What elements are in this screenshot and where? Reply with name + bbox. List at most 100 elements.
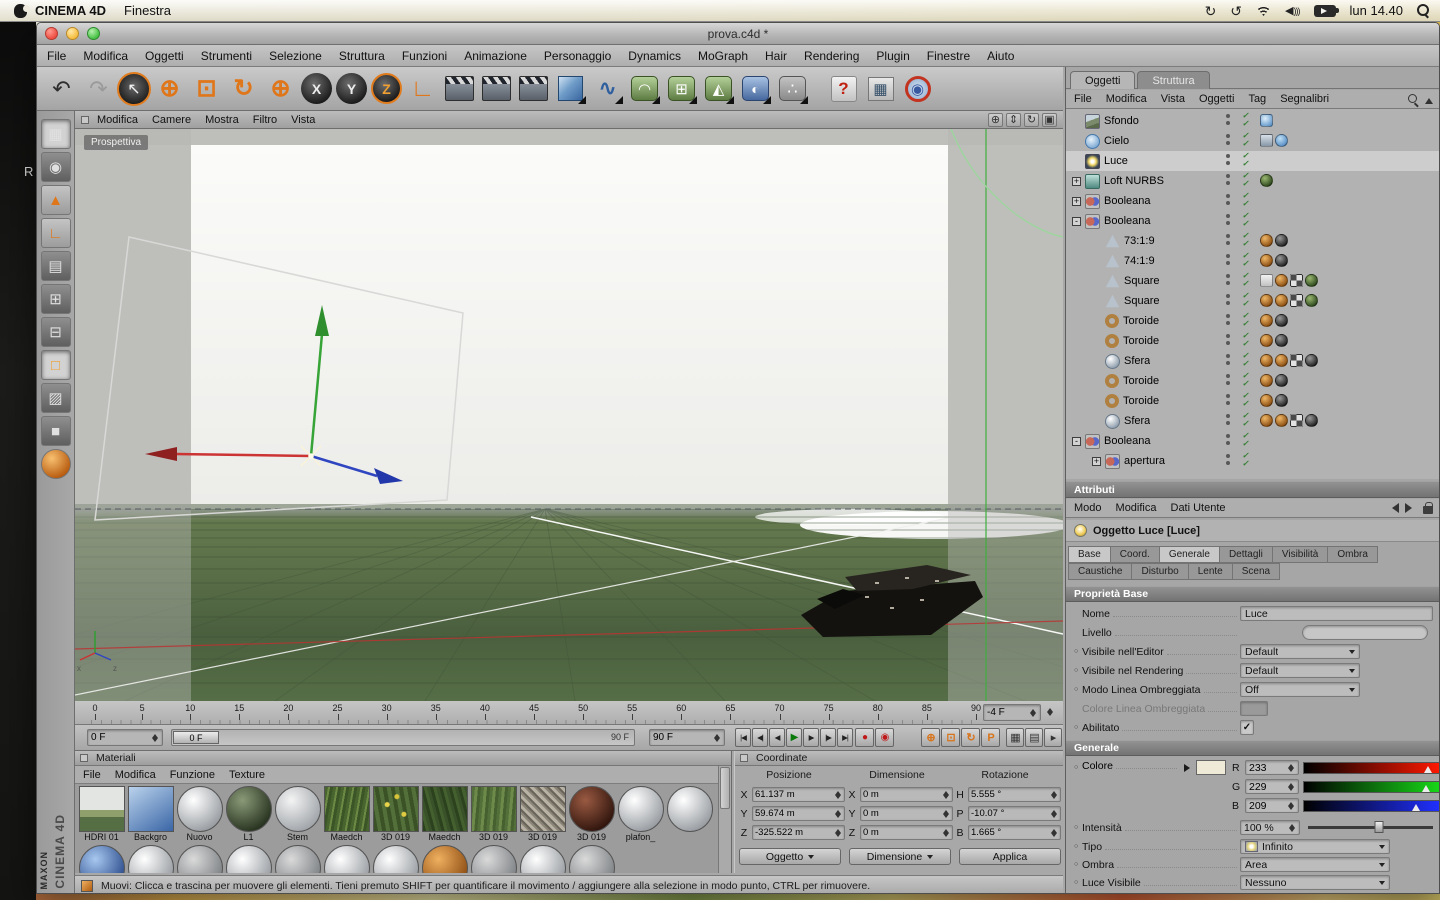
attribute-control[interactable]: Default [1240,663,1360,678]
spinner-arrows-icon[interactable] [1049,788,1058,801]
object-tree-row[interactable]: Square [1066,271,1439,291]
spinner-arrows-icon[interactable] [1049,807,1058,820]
menubar-clock[interactable]: lun 14.40 [1350,3,1404,18]
use-model-tool-icon[interactable]: ⊞ [40,284,71,314]
record-position-toggle[interactable]: ⊕ [921,728,940,747]
object-menu-item[interactable]: File [1074,93,1092,105]
use-texture-axis-icon[interactable]: ⊟ [40,317,71,347]
redo-icon[interactable]: ↷ [80,70,117,107]
window-title-bar[interactable]: prova.c4d * [37,23,1439,45]
visibility-dots-icon[interactable] [1226,374,1230,385]
object-tree-row[interactable]: 73:1:9 [1066,231,1439,251]
expand-toggle-icon[interactable]: + [1072,176,1081,186]
channel-gradient-slider[interactable] [1303,799,1439,812]
spinner-arrows-icon[interactable] [1286,799,1295,812]
attribute-control[interactable]: Off [1240,682,1360,697]
use-point-mode-icon[interactable]: □ [40,350,71,380]
material-item[interactable]: Stem [273,785,322,844]
attribute-tab[interactable]: Visibilità [1271,546,1329,563]
material-preview[interactable] [372,786,419,832]
rotate-camera-icon[interactable]: ↻ [1024,112,1039,127]
slider-handle[interactable] [1374,821,1384,833]
animation-dot-icon[interactable] [1074,824,1082,831]
attribute-tab[interactable]: Disturbo [1131,563,1189,580]
material-item[interactable]: L1 [224,785,273,844]
object-name[interactable]: Loft NURBS [1104,175,1164,187]
object-name[interactable]: Sfera [1124,415,1150,427]
expand-toggle-icon[interactable]: - [1072,436,1081,446]
apple-menu-icon[interactable] [14,3,30,18]
object-menu-item[interactable]: Oggetti [1199,93,1234,105]
channel-value-field[interactable]: 229 [1245,779,1299,794]
intensity-slider[interactable] [1308,821,1433,833]
material-preview[interactable] [421,845,468,873]
attribute-tab[interactable]: Base [1068,546,1111,563]
enable-checks-icon[interactable] [1242,452,1249,468]
channel-gradient-slider[interactable] [1303,780,1439,793]
visibility-dots-icon[interactable] [1226,354,1230,365]
visibility-dots-icon[interactable] [1226,194,1230,205]
rotate-tool-icon[interactable]: ↻ [225,70,262,107]
attribute-control[interactable]: Luce [1240,606,1433,621]
animation-dot-icon[interactable] [1074,667,1082,674]
spinner-arrows-icon[interactable] [833,788,842,801]
matdark-tag-icon[interactable] [1275,254,1288,267]
app-menu-item[interactable]: Strumenti [201,49,252,63]
battery-icon[interactable] [1313,4,1339,17]
viewport-camera-label[interactable]: Prospettiva [84,135,149,150]
materials-menu-item[interactable]: File [83,769,101,781]
viewport-menu-item[interactable]: Modifica [97,114,138,126]
spinner-arrows-icon[interactable] [1286,761,1295,774]
record-parameter-toggle[interactable]: P [981,728,1000,747]
material-preview[interactable] [617,786,664,832]
animation-dot-icon[interactable] [1074,764,1082,771]
matdark-tag-icon[interactable] [1275,334,1288,347]
matorange-tag-icon[interactable] [1275,294,1288,307]
materials-menu-item[interactable]: Texture [229,769,265,781]
visibility-dots-icon[interactable] [1226,114,1230,125]
volume-icon[interactable]: ◀ [1285,4,1299,17]
size-field[interactable]: 0 m [860,806,953,821]
light-color-swatch[interactable] [1196,760,1226,775]
enable-checks-icon[interactable] [1242,432,1249,448]
material-preview[interactable] [666,786,713,832]
shadow-dropdown[interactable]: Area [1240,857,1390,872]
visibility-dots-icon[interactable] [1226,174,1230,185]
enable-checks-icon[interactable] [1242,272,1249,288]
material-item[interactable]: 3D 019 [371,785,420,844]
object-tree-row[interactable]: Sfera [1066,351,1439,371]
use-polygon-mode-icon[interactable]: ■ [40,416,71,446]
matorange-tag-icon[interactable] [1260,234,1273,247]
spinner-arrows-icon[interactable] [712,731,721,744]
matdark-tag-icon[interactable] [1305,354,1318,367]
attribute-tab[interactable]: Dettagli [1218,546,1273,563]
object-menu-item[interactable]: Vista [1161,93,1185,105]
intensity-field[interactable]: 100 % [1240,820,1300,835]
scrollbar-thumb[interactable] [720,767,730,809]
visibility-dots-icon[interactable] [1226,254,1230,265]
material-item[interactable] [420,844,469,873]
matorange-tag-icon[interactable] [1260,294,1273,307]
y-axis-lock-icon[interactable]: Y [336,73,367,104]
material-item[interactable]: Backgro [126,785,175,844]
app-menu-item[interactable]: Plugin [876,49,909,63]
fcurve-window-button[interactable]: ▤ [1025,728,1043,747]
matorange-tag-icon[interactable] [1260,394,1273,407]
powerslider-options-button[interactable]: ▸ [1044,728,1062,747]
panel-grip-icon[interactable] [740,754,748,762]
matdark-tag-icon[interactable] [1275,234,1288,247]
last-tool-icon[interactable]: ⊕ [262,70,299,107]
matgreen-tag-icon[interactable] [1305,274,1318,287]
skymat-tag-icon[interactable] [1275,134,1288,147]
enable-checks-icon[interactable] [1242,352,1249,368]
material-item[interactable] [126,844,175,873]
object-name[interactable]: Toroide [1123,375,1159,387]
spinner-arrows-icon[interactable] [941,788,950,801]
animation-dot-icon[interactable] [1074,648,1082,655]
object-menu-item[interactable]: Tag [1248,93,1266,105]
checker-tag-icon[interactable] [1290,274,1303,287]
general-section-header[interactable]: Generale [1066,740,1439,756]
compositing-tag-icon[interactable] [1260,134,1273,147]
material-preview[interactable] [78,786,125,832]
manager-tab[interactable]: Oggetti [1070,71,1136,89]
